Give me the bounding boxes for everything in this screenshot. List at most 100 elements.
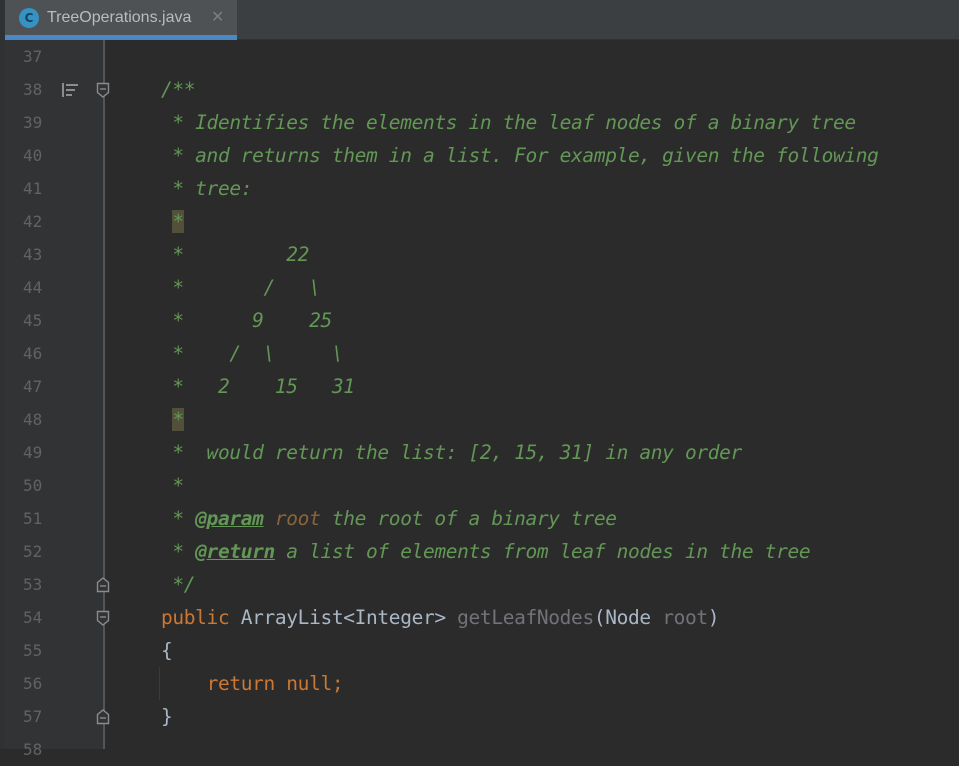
code-token: * xyxy=(172,210,184,233)
code-line[interactable]: 50 * xyxy=(0,469,959,502)
code-text: } xyxy=(161,705,173,729)
code-token: (Node xyxy=(593,606,663,629)
code-line[interactable]: 52 * @return a list of elements from lea… xyxy=(0,535,959,568)
code-line[interactable]: 47 * 2 15 31 xyxy=(0,370,959,403)
line-number[interactable]: 56 xyxy=(23,674,63,694)
todo-list-icon[interactable] xyxy=(61,82,79,98)
code-token: root xyxy=(274,507,321,530)
code-text: * / \ \ xyxy=(161,342,343,366)
code-line[interactable]: 45 * 9 25 xyxy=(0,304,959,337)
line-number[interactable]: 45 xyxy=(23,311,63,331)
code-token: * 9 25 xyxy=(161,309,332,332)
code-text: /** xyxy=(161,78,196,102)
code-token: * / \ \ xyxy=(161,342,344,365)
code-line[interactable]: 42 * xyxy=(0,205,959,238)
fold-start-icon[interactable] xyxy=(96,610,110,626)
code-token: */ xyxy=(161,573,196,596)
code-line[interactable]: 48 * xyxy=(0,403,959,436)
code-token: * 2 15 31 xyxy=(161,375,355,398)
code-token: * xyxy=(172,408,184,431)
code-line[interactable]: 37 xyxy=(0,40,959,73)
code-line[interactable]: 56 return null; xyxy=(0,667,959,700)
code-text: * @return a list of elements from leaf n… xyxy=(161,540,810,564)
line-number[interactable]: 49 xyxy=(23,443,63,463)
line-number[interactable]: 41 xyxy=(23,179,63,199)
code-token: * would return the list: [2, 15, 31] in … xyxy=(161,441,742,464)
code-token: @param xyxy=(195,507,264,530)
code-token: * / \ xyxy=(161,276,321,299)
line-number[interactable]: 48 xyxy=(23,410,63,430)
code-line[interactable]: 44 * / \ xyxy=(0,271,959,304)
code-token: * xyxy=(161,507,196,530)
code-text: * Identifies the elements in the leaf no… xyxy=(161,111,856,135)
code-token: getLeafNodes xyxy=(457,606,594,629)
code-line[interactable]: 54 public ArrayList<Integer> getLeafNodes… xyxy=(0,601,959,634)
code-text: * 22 xyxy=(161,243,309,267)
code-token: * xyxy=(161,540,196,563)
line-number[interactable]: 52 xyxy=(23,542,63,562)
line-number[interactable]: 58 xyxy=(23,740,63,760)
line-number[interactable]: 44 xyxy=(23,278,63,298)
code-line[interactable]: 49 * would return the list: [2, 15, 31] … xyxy=(0,436,959,469)
line-number[interactable]: 51 xyxy=(23,509,63,529)
code-token: ArrayList<Integer> xyxy=(240,606,458,629)
code-token: @return xyxy=(195,540,275,563)
line-number[interactable]: 54 xyxy=(23,608,63,628)
line-number[interactable]: 53 xyxy=(23,575,63,595)
code-line[interactable]: 55 { xyxy=(0,634,959,667)
editor-tab-bar: C TreeOperations.java ✕ xyxy=(0,0,959,40)
line-number[interactable]: 37 xyxy=(23,47,63,67)
line-number[interactable]: 43 xyxy=(23,245,63,265)
code-token: * Identifies the elements in the leaf no… xyxy=(161,111,856,134)
code-line[interactable]: 51 * @param root the root of a binary tr… xyxy=(0,502,959,535)
code-line[interactable]: 38 /** xyxy=(0,73,959,106)
code-token: the root of a binary tree xyxy=(320,507,617,530)
line-number[interactable]: 57 xyxy=(23,707,63,727)
code-token: root xyxy=(662,606,708,629)
tab-label: TreeOperations.java xyxy=(47,9,192,26)
code-line[interactable]: 57} xyxy=(0,700,959,733)
java-class-icon: C xyxy=(19,8,39,28)
code-text: return null; xyxy=(161,672,344,696)
line-number[interactable]: 46 xyxy=(23,344,63,364)
code-line[interactable]: 43 * 22 xyxy=(0,238,959,271)
code-token: * tree: xyxy=(161,177,253,200)
code-line[interactable]: 41 * tree: xyxy=(0,172,959,205)
code-line[interactable]: 40 * and returns them in a list. For exa… xyxy=(0,139,959,172)
code-text: */ xyxy=(161,573,195,597)
code-token: } xyxy=(161,705,173,728)
code-text: * xyxy=(161,474,184,498)
code-text: * @param root the root of a binary tree xyxy=(161,507,617,531)
code-text: * xyxy=(161,210,184,234)
code-line[interactable]: 53 */ xyxy=(0,568,959,601)
code-text: * would return the list: [2, 15, 31] in … xyxy=(161,441,742,465)
line-number[interactable]: 38 xyxy=(23,80,63,100)
code-line[interactable]: 39 * Identifies the elements in the leaf… xyxy=(0,106,959,139)
code-token: a list of elements from leaf nodes in th… xyxy=(274,540,811,563)
fold-end-icon[interactable] xyxy=(96,709,110,725)
line-number[interactable]: 47 xyxy=(23,377,63,397)
close-icon[interactable]: ✕ xyxy=(211,7,224,26)
code-text: * tree: xyxy=(161,177,252,201)
fold-start-icon[interactable] xyxy=(96,82,110,98)
line-number[interactable]: 55 xyxy=(23,641,63,661)
code-token: * xyxy=(161,474,184,497)
code-text: * and returns them in a list. For exampl… xyxy=(161,144,879,168)
code-token: * 22 xyxy=(161,243,310,266)
line-number[interactable]: 40 xyxy=(23,146,63,166)
fold-end-icon[interactable] xyxy=(96,577,110,593)
code-line[interactable]: 58 xyxy=(0,733,959,766)
code-text: * xyxy=(161,408,184,432)
line-number[interactable]: 50 xyxy=(23,476,63,496)
code-token: { xyxy=(161,639,173,662)
tab-tree-operations[interactable]: C TreeOperations.java ✕ xyxy=(5,0,237,40)
line-number[interactable]: 39 xyxy=(23,113,63,133)
line-number[interactable]: 42 xyxy=(23,212,63,232)
code-text: * / \ xyxy=(161,276,320,300)
code-token: /** xyxy=(161,78,196,101)
code-line[interactable]: 46 * / \ \ xyxy=(0,337,959,370)
